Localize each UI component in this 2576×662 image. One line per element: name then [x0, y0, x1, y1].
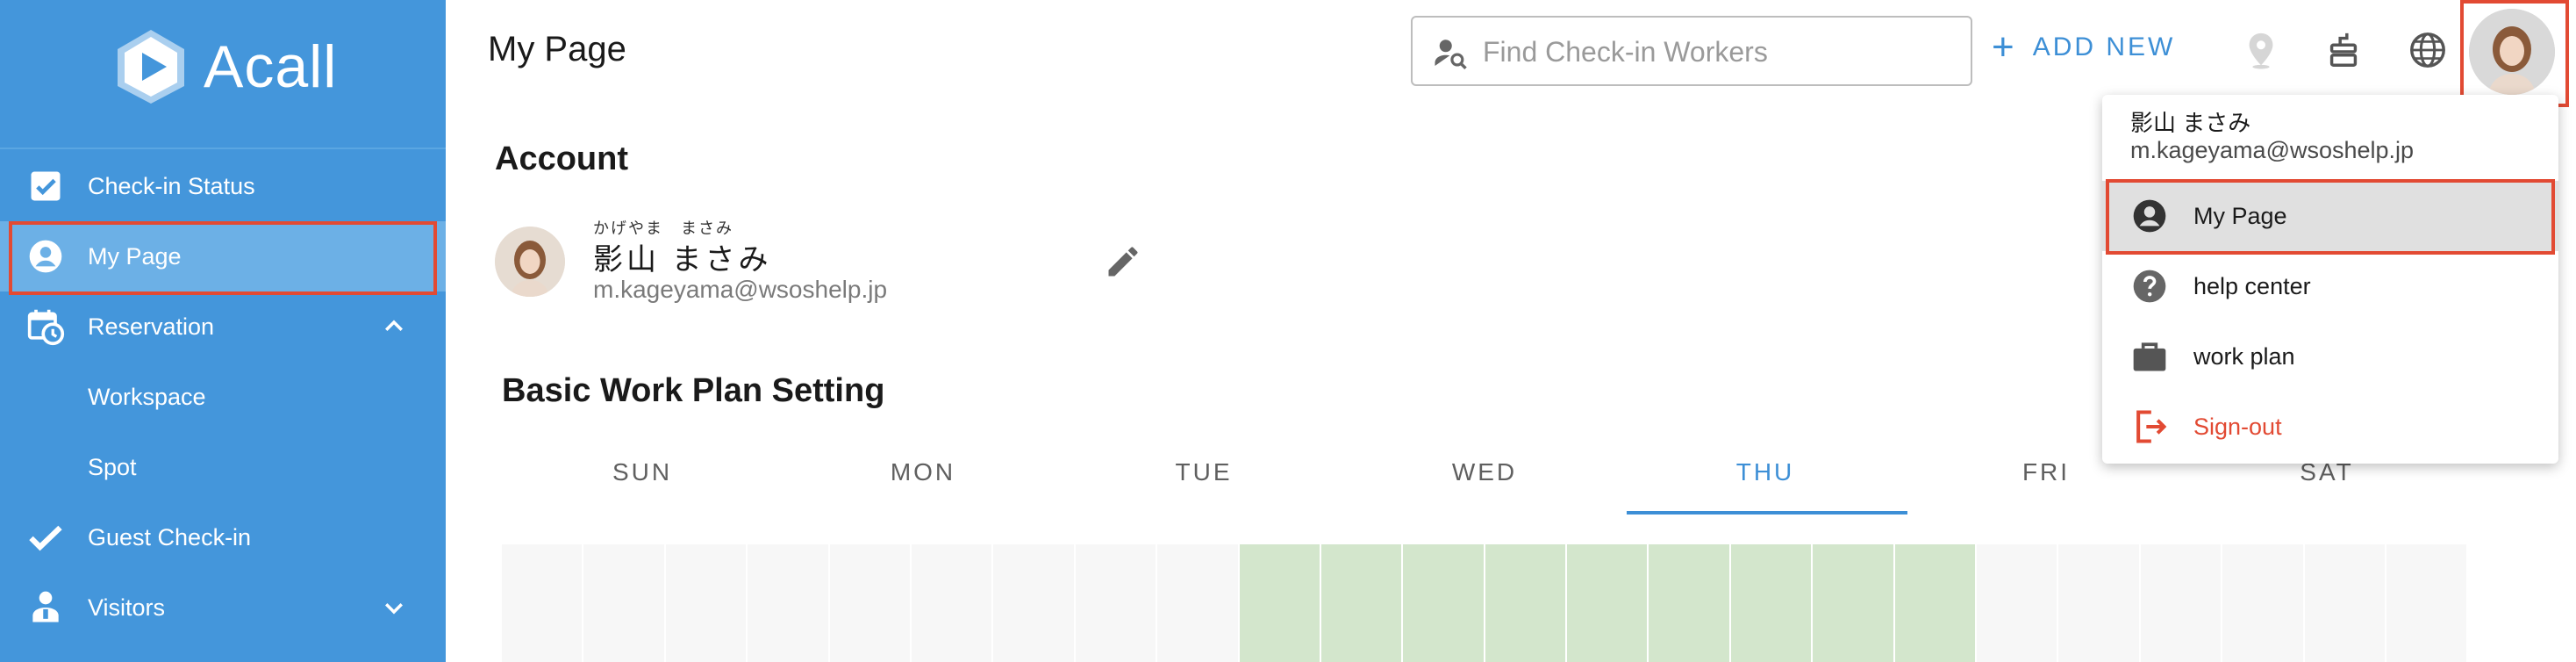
sidebar-item-label: Visitors	[88, 594, 166, 621]
account-avatar	[495, 227, 565, 297]
time-grid-cell[interactable]	[911, 544, 994, 662]
sidebar: Acall Check-in Status My Page Reservatio…	[0, 0, 446, 662]
sidebar-item-label: Reservation	[88, 313, 215, 340]
help-circle-icon	[2133, 270, 2166, 303]
time-grid-cell[interactable]	[1730, 544, 1814, 662]
user-avatar-button[interactable]	[2469, 9, 2555, 95]
time-grid-cell[interactable]	[502, 544, 584, 662]
day-tab-mon[interactable]: MON	[783, 458, 1063, 486]
sidebar-item-check-in-status[interactable]: Check-in Status	[0, 151, 446, 221]
time-grid-cell[interactable]	[1157, 544, 1240, 662]
work-plan-time-grid[interactable]	[502, 544, 2469, 662]
user-menu-email: m.kageyama@wsoshelp.jp	[2130, 137, 2415, 163]
check-icon	[29, 525, 62, 551]
user-menu-item-label: My Page	[2193, 202, 2287, 229]
user-menu-item-label: work plan	[2193, 342, 2295, 370]
person-search-icon	[1435, 40, 1467, 70]
acall-logo-icon	[118, 30, 184, 104]
account-name: 影山 まさみ	[593, 243, 772, 277]
time-grid-cell[interactable]	[1649, 544, 1731, 662]
time-grid-cell[interactable]	[748, 544, 830, 662]
search-box[interactable]	[1411, 16, 1972, 86]
chevron-down-icon[interactable]	[381, 594, 407, 621]
user-menu-dropdown: 影山 まさみ m.kageyama@wsoshelp.jp My Page he…	[2102, 95, 2558, 464]
app-logo-text: Acall	[204, 33, 338, 100]
time-grid-cell[interactable]	[1567, 544, 1649, 662]
selected-day-indicator	[1627, 511, 1907, 514]
user-menu-item-sign-out[interactable]: Sign-out	[2102, 392, 2558, 462]
work-plan-section-title: Basic Work Plan Setting	[502, 372, 885, 409]
time-grid-cell[interactable]	[1239, 544, 1321, 662]
day-tab-thu[interactable]: THU	[1625, 458, 1906, 486]
calendar-clock-icon	[27, 309, 65, 346]
sidebar-item-label: Check-in Status	[88, 172, 255, 199]
globe-icon[interactable]	[2408, 30, 2448, 70]
briefcase-icon	[2133, 342, 2166, 371]
sidebar-item-reservation[interactable]: Reservation	[0, 291, 446, 362]
sidebar-item-label: Workspace	[88, 383, 206, 410]
checkbox-icon	[31, 171, 61, 201]
add-new-button[interactable]: + ADD NEW	[1992, 25, 2176, 68]
account-email: m.kageyama@wsoshelp.jp	[593, 276, 888, 303]
account-section-title: Account	[495, 140, 628, 177]
app-logo[interactable]: Acall	[111, 26, 337, 107]
time-grid-cell[interactable]	[2140, 544, 2223, 662]
account-circle-icon	[29, 240, 62, 273]
time-grid-cell[interactable]	[1977, 544, 2059, 662]
check-in-stand-icon[interactable]	[2323, 30, 2364, 70]
day-tab-sun[interactable]: SUN	[502, 458, 783, 486]
user-menu-name: 影山 まさみ	[2130, 110, 2251, 136]
time-grid-cell[interactable]	[2304, 544, 2386, 662]
time-grid-cell[interactable]	[993, 544, 1076, 662]
user-menu-item-my-page[interactable]: My Page	[2102, 181, 2558, 251]
time-grid-cell[interactable]	[2222, 544, 2305, 662]
user-menu-item-label: help center	[2193, 272, 2311, 299]
sidebar-item-label: My Page	[88, 242, 182, 270]
add-new-label: ADD NEW	[2032, 32, 2176, 61]
time-grid-cell[interactable]	[2386, 544, 2469, 662]
time-grid-cell[interactable]	[583, 544, 666, 662]
sidebar-item-my-page[interactable]: My Page	[0, 221, 446, 291]
search-input[interactable]	[1483, 33, 1957, 70]
visitor-icon	[32, 591, 59, 622]
sidebar-item-guest-check-in[interactable]: Guest Check-in	[0, 502, 446, 572]
account-circle-icon	[2133, 199, 2166, 233]
sidebar-item-label: Spot	[88, 453, 137, 480]
user-menu-item-help-center[interactable]: help center	[2102, 251, 2558, 321]
location-pin-icon[interactable]	[2241, 30, 2281, 70]
time-grid-cell[interactable]	[1485, 544, 1568, 662]
sidebar-item-visitors[interactable]: Visitors	[0, 572, 446, 643]
sign-out-icon	[2136, 410, 2167, 443]
day-tab-tue[interactable]: TUE	[1063, 458, 1344, 486]
time-grid-cell[interactable]	[1403, 544, 1485, 662]
time-grid-cell[interactable]	[665, 544, 748, 662]
sidebar-item-label: Guest Check-in	[88, 523, 252, 550]
sidebar-item-workspace[interactable]: Workspace	[0, 362, 446, 432]
page-title: My Page	[488, 30, 626, 68]
sidebar-item-spot[interactable]: Spot	[0, 432, 446, 502]
time-grid-cell[interactable]	[1075, 544, 1158, 662]
edit-pencil-icon[interactable]	[1104, 242, 1142, 281]
chevron-up-icon[interactable]	[381, 313, 407, 340]
time-grid-cell[interactable]	[1894, 544, 1978, 662]
time-grid-cell[interactable]	[829, 544, 912, 662]
time-grid-cell[interactable]	[2058, 544, 2141, 662]
plus-icon: +	[1992, 25, 2017, 68]
account-avatar-photo	[495, 227, 565, 297]
user-menu-item-work-plan[interactable]: work plan	[2102, 321, 2558, 392]
user-menu-item-label: Sign-out	[2193, 413, 2282, 440]
time-grid-cell[interactable]	[1813, 544, 1895, 662]
day-tab-wed[interactable]: WED	[1344, 458, 1625, 486]
user-avatar-photo	[2469, 9, 2555, 95]
time-grid-cell[interactable]	[1320, 544, 1404, 662]
sidebar-divider	[0, 148, 446, 149]
